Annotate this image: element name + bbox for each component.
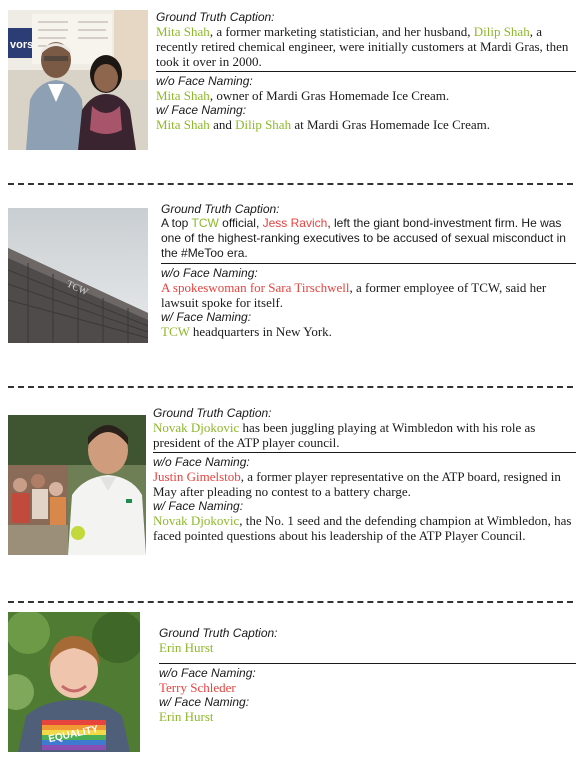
photo-erin-hurst: EQUALITY [8,612,140,752]
photo-novak-djokovic [8,415,146,555]
w-caption-2: TCW headquarters in New York. [161,324,332,339]
gt-caption-3: Novak Djokovic has been juggling playing… [153,420,536,450]
photo-3-illustration [8,415,146,555]
photo-2-illustration: TCW [8,208,148,343]
divider-3 [153,452,576,453]
dashed-separator-3 [8,601,573,603]
gt-label-4: Ground Truth Caption: [159,626,278,640]
wo-caption-3: Justin Gimelstob, a former player repres… [153,469,561,499]
wo-caption-1: Mita Shah, owner of Mardi Gras Homemade … [156,88,450,103]
gt-label-3: Ground Truth Caption: [153,406,272,420]
divider-2 [161,263,576,264]
w-caption-1: Mita Shah and Dilip Shah at Mardi Gras H… [156,117,490,132]
gt-label-1: Ground Truth Caption: [156,10,275,24]
wo-label-2: w/o Face Naming: [161,266,258,280]
divider-4 [159,663,576,664]
dashed-separator-2 [8,386,573,388]
photo-1-sign-text: vors [10,39,33,51]
photo-4-illustration: EQUALITY [8,612,140,752]
gt-label-2: Ground Truth Caption: [161,202,280,216]
wo-label-1: w/o Face Naming: [156,74,253,88]
w-label-2: w/ Face Naming: [161,310,252,324]
photo-1-illustration: vors [8,10,148,150]
dashed-separator-1 [8,183,573,185]
wo-caption-2: A spokeswoman for Sara Tirschwell, a for… [161,280,547,310]
w-caption-3: Novak Djokovic, the No. 1 seed and the d… [153,513,572,543]
w-label-1: w/ Face Naming: [156,103,247,117]
w-label-4: w/ Face Naming: [159,695,250,709]
gt-caption-4: Erin Hurst [159,640,214,655]
wo-label-3: w/o Face Naming: [153,455,250,469]
photo-mita-dilip-shah: vors [8,10,148,150]
photo-tcw-building: TCW [8,208,148,343]
divider-1 [156,71,576,72]
w-caption-4: Erin Hurst [159,709,214,724]
wo-label-4: w/o Face Naming: [159,666,256,680]
w-label-3: w/ Face Naming: [153,499,244,513]
wo-caption-4: Terry Schleder [159,680,236,695]
gt-caption-2: A top TCW official, Jess Ravich, left th… [161,216,566,260]
gt-caption-1: Mita Shah, a former marketing statistici… [156,24,569,69]
